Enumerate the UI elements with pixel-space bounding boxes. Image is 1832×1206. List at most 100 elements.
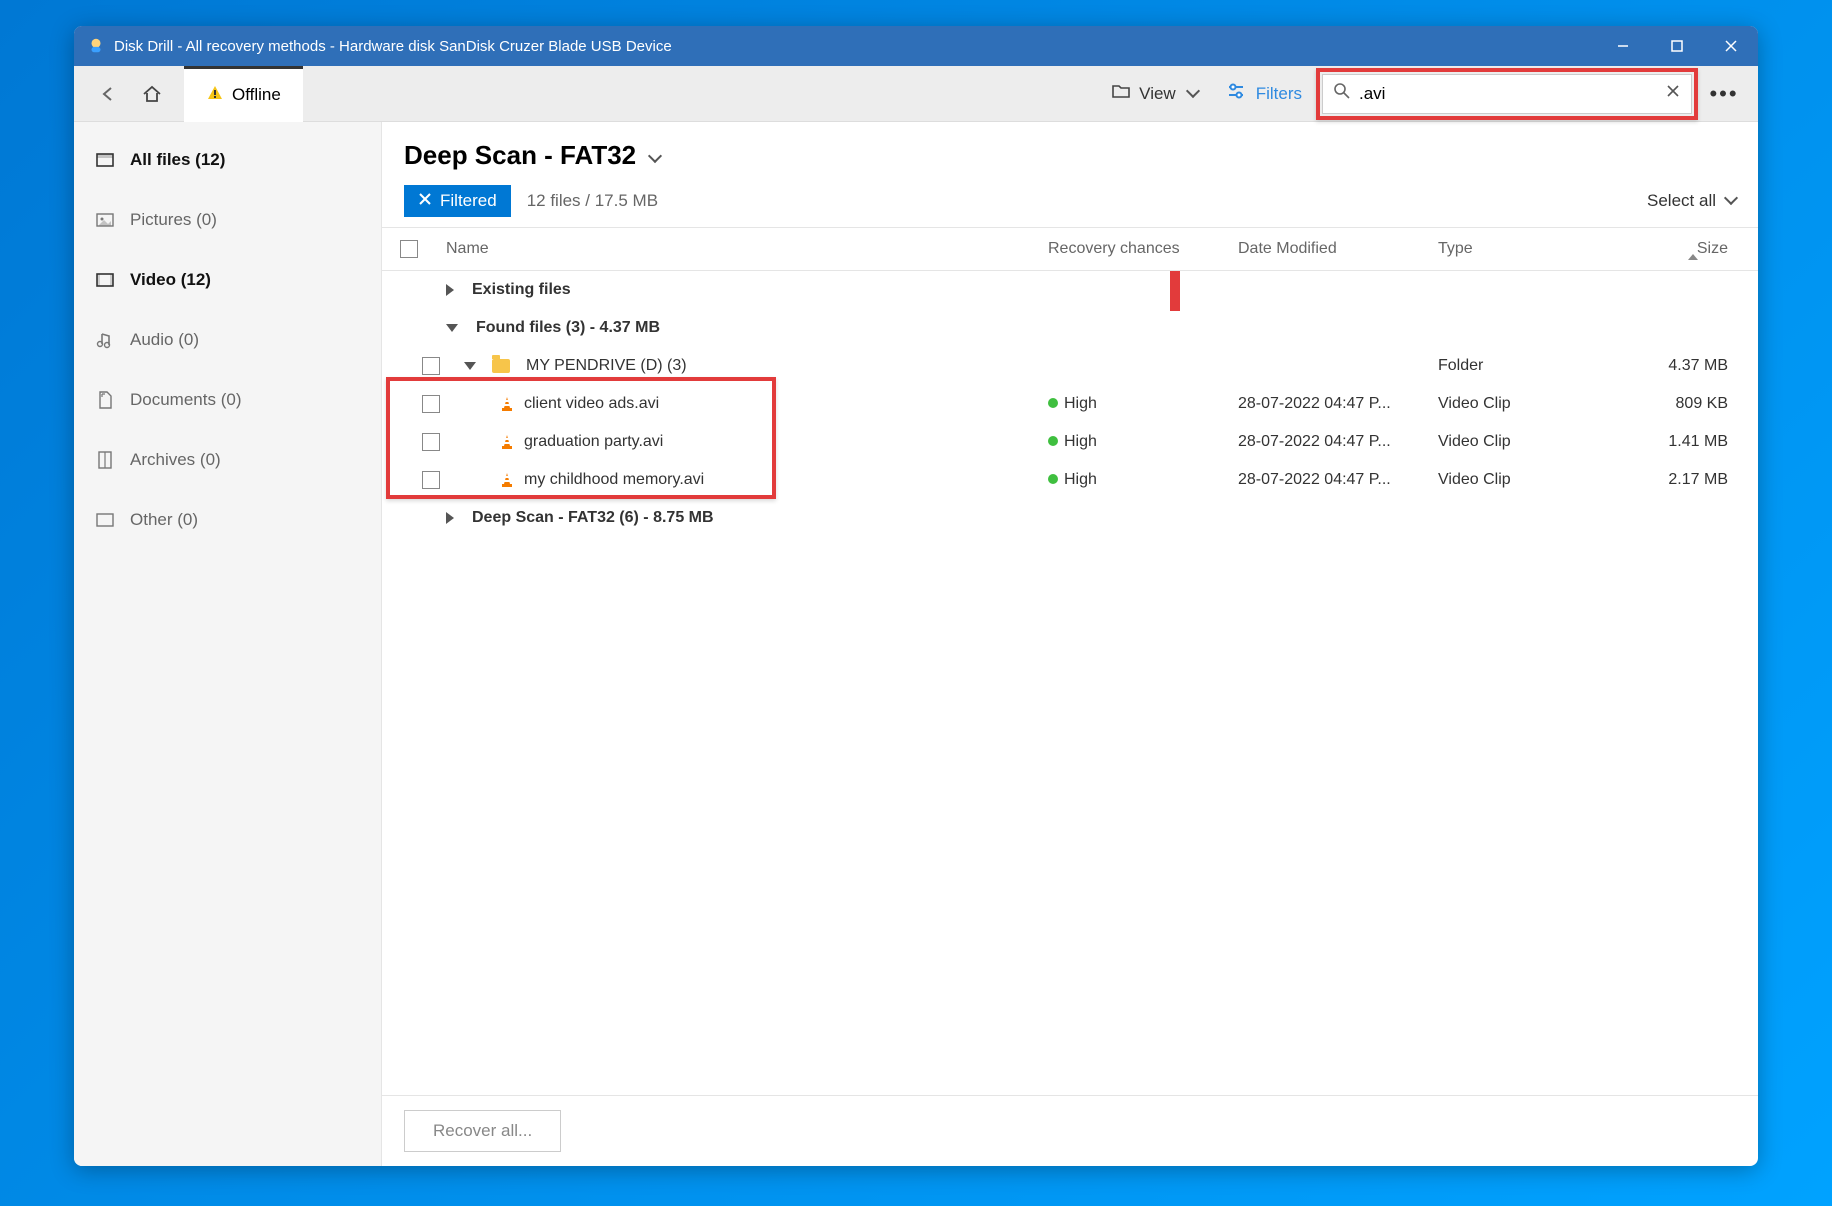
tab-offline[interactable]: Offline (184, 66, 303, 122)
row-checkbox[interactable] (422, 471, 440, 489)
search-input[interactable] (1359, 84, 1665, 104)
cell-date: 28-07-2022 04:47 P... (1238, 395, 1438, 413)
sidebar-item-label: Audio (0) (130, 330, 199, 350)
status-dot-icon (1048, 398, 1058, 408)
cell-type: Video Clip (1438, 433, 1608, 451)
vlc-icon (498, 395, 516, 413)
file-name: my childhood memory.avi (524, 471, 704, 489)
filtered-pill[interactable]: Filtered (404, 185, 511, 217)
scan-title: Deep Scan - FAT32 (404, 140, 636, 171)
sliders-icon (1226, 82, 1246, 105)
cell-type: Video Clip (1438, 395, 1608, 413)
column-name[interactable]: Name (440, 240, 1048, 258)
titlebar: Disk Drill - All recovery methods - Hard… (74, 26, 1758, 66)
recover-all-button[interactable]: Recover all... (404, 1110, 561, 1152)
folder-label: MY PENDRIVE (D) (3) (526, 357, 687, 375)
file-name: graduation party.avi (524, 433, 663, 451)
row-checkbox[interactable] (422, 357, 440, 375)
main-header: Deep Scan - FAT32 Filtered 12 files / 17… (382, 122, 1758, 227)
select-all-button[interactable]: Select all (1647, 191, 1736, 211)
cell-size: 4.37 MB (1608, 357, 1758, 375)
filters-button[interactable]: Filters (1212, 82, 1316, 105)
file-row[interactable]: client video ads.avi High 28-07-2022 04:… (382, 385, 1758, 423)
group-label: Deep Scan - FAT32 (6) - 8.75 MB (472, 509, 714, 527)
sidebar: All files (12) Pictures (0) Video (12) A… (74, 122, 382, 1166)
group-label: Existing files (472, 281, 571, 299)
file-row[interactable]: graduation party.avi High 28-07-2022 04:… (382, 423, 1758, 461)
more-button[interactable]: ••• (1702, 81, 1746, 107)
documents-icon (94, 390, 116, 410)
view-button[interactable]: View (1097, 82, 1212, 105)
sidebar-item-label: Video (12) (130, 270, 211, 290)
home-button[interactable] (130, 72, 174, 116)
status-dot-icon (1048, 436, 1058, 446)
sidebar-item-other[interactable]: Other (0) (74, 490, 381, 550)
collapse-icon[interactable] (464, 362, 476, 370)
chevron-down-icon (646, 140, 660, 171)
app-window: Disk Drill - All recovery methods - Hard… (74, 26, 1758, 1166)
row-checkbox[interactable] (422, 433, 440, 451)
cell-size: 1.41 MB (1608, 433, 1758, 451)
column-recovery[interactable]: Recovery chances (1048, 240, 1238, 258)
chevron-down-icon (1722, 191, 1736, 211)
maximize-button[interactable] (1650, 26, 1704, 66)
cell-type: Video Clip (1438, 471, 1608, 489)
view-label: View (1139, 84, 1176, 104)
scan-title-dropdown[interactable]: Deep Scan - FAT32 (404, 140, 1736, 171)
row-checkbox[interactable] (422, 395, 440, 413)
window-controls (1596, 26, 1758, 66)
filters-label: Filters (1256, 84, 1302, 104)
group-existing-files[interactable]: Existing files (382, 271, 1758, 309)
cell-recovery: High (1064, 395, 1097, 412)
toolbar: Offline View Filters ••• (74, 66, 1758, 122)
sidebar-item-documents[interactable]: Documents (0) (74, 370, 381, 430)
search-wrap (1322, 74, 1692, 114)
warning-icon (206, 84, 224, 107)
file-count: 12 files / 17.5 MB (527, 191, 658, 211)
sidebar-item-label: All files (12) (130, 150, 225, 170)
pictures-icon (94, 211, 116, 229)
select-all-checkbox[interactable] (400, 240, 418, 258)
main-panel: Deep Scan - FAT32 Filtered 12 files / 17… (382, 122, 1758, 1166)
close-button[interactable] (1704, 26, 1758, 66)
body: All files (12) Pictures (0) Video (12) A… (74, 122, 1758, 1166)
status-dot-icon (1048, 474, 1058, 484)
file-row[interactable]: my childhood memory.avi High 28-07-2022 … (382, 461, 1758, 499)
window-title: Disk Drill - All recovery methods - Hard… (114, 38, 1596, 55)
group-found-files[interactable]: Found files (3) - 4.37 MB (382, 309, 1758, 347)
expand-icon[interactable] (446, 512, 454, 524)
vlc-icon (498, 471, 516, 489)
app-icon (86, 36, 106, 56)
sidebar-item-pictures[interactable]: Pictures (0) (74, 190, 381, 250)
cell-size: 2.17 MB (1608, 471, 1758, 489)
close-icon (418, 191, 432, 211)
cell-recovery: High (1064, 433, 1097, 450)
select-all-label: Select all (1647, 191, 1716, 211)
filtered-label: Filtered (440, 191, 497, 211)
collapse-icon[interactable] (446, 324, 458, 332)
group-label: Found files (3) - 4.37 MB (476, 319, 660, 337)
cell-date: 28-07-2022 04:47 P... (1238, 471, 1438, 489)
column-date[interactable]: Date Modified (1238, 240, 1438, 258)
file-list: Existing files Found files (3) - 4.37 MB… (382, 271, 1758, 1095)
sidebar-item-label: Documents (0) (130, 390, 241, 410)
search-box (1322, 74, 1692, 114)
sidebar-item-audio[interactable]: Audio (0) (74, 310, 381, 370)
cell-size: 809 KB (1608, 395, 1758, 413)
minimize-button[interactable] (1596, 26, 1650, 66)
back-button[interactable] (86, 72, 130, 116)
folder-row[interactable]: MY PENDRIVE (D) (3) Folder 4.37 MB (382, 347, 1758, 385)
group-deep-scan[interactable]: Deep Scan - FAT32 (6) - 8.75 MB (382, 499, 1758, 537)
column-type[interactable]: Type (1438, 240, 1608, 258)
cell-date: 28-07-2022 04:47 P... (1238, 433, 1438, 451)
cell-recovery: High (1064, 471, 1097, 488)
sidebar-item-label: Other (0) (130, 510, 198, 530)
search-icon (1333, 82, 1351, 105)
sidebar-item-video[interactable]: Video (12) (74, 250, 381, 310)
sidebar-item-archives[interactable]: Archives (0) (74, 430, 381, 490)
column-size[interactable]: Size (1608, 240, 1758, 258)
sidebar-item-all-files[interactable]: All files (12) (74, 130, 381, 190)
expand-icon[interactable] (446, 284, 454, 296)
folder-icon (1111, 82, 1131, 105)
clear-search-icon[interactable] (1665, 83, 1681, 104)
